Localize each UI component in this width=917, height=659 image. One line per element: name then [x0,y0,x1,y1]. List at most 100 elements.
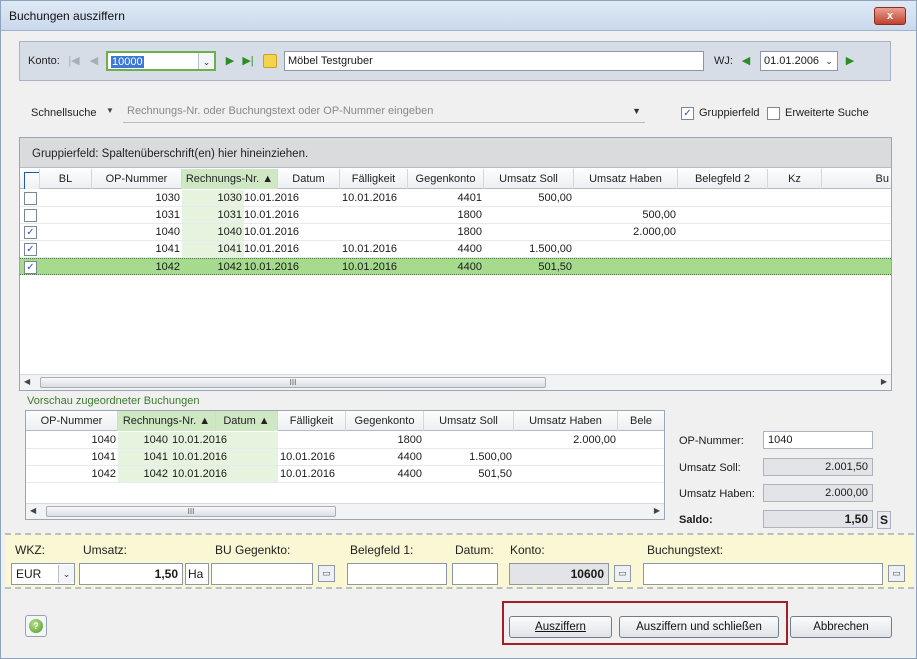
summary-haben-label: Umsatz Haben: [679,488,755,500]
buchungstext-input[interactable] [643,563,883,585]
row-checkbox[interactable]: ✓ [24,226,37,239]
abbrechen-button[interactable]: Abbrechen [790,616,892,638]
belegfeld1-input[interactable] [347,563,447,585]
scroll-thumb[interactable]: III [46,506,336,517]
konto-entry-input[interactable]: 10600 [509,563,609,585]
pcol-umsatz-haben[interactable]: Umsatz Haben [514,411,618,431]
row-checkbox[interactable] [24,192,37,205]
cell-op: 1040 [155,226,180,238]
buchungen-grid: Gruppierfeld: Spaltenüberschrift(en) hie… [19,137,892,391]
gruppierfeld-checkbox[interactable]: ✓ [681,107,694,120]
pcol-op-nummer[interactable]: OP-Nummer [26,411,118,431]
col-datum[interactable]: Datum [278,169,340,189]
prev-year-icon[interactable]: ◀ [738,52,754,70]
scroll-thumb[interactable]: III [40,377,546,388]
col-belegfeld-2[interactable]: Belegfeld 2 [678,169,768,189]
cell-datum: 10.01.2016 [244,209,300,221]
chevron-down-icon[interactable]: ▼ [632,106,641,116]
preview-row[interactable]: 1041 1041 10.01.2016 10.01.2016 4400 1.500,00 [26,449,664,466]
grid-horizontal-scrollbar[interactable]: ◀ III ▶ [20,374,891,390]
search-input[interactable]: Rechnungs-Nr. oder Buchungstext oder OP-… [123,101,645,123]
group-panel[interactable]: Gruppierfeld: Spaltenüberschrift(en) hie… [20,138,891,168]
schnellsuche-label: Schnellsuche [31,107,97,119]
soll-haben-field[interactable]: Ha [185,563,209,585]
table-row[interactable]: 1030 1030 10.01.2016 10.01.2016 4401 500,00 [20,190,891,207]
table-row[interactable]: ✓ 1040 1040 10.01.2016 1800 2.000,00 [20,224,891,241]
scroll-right-icon[interactable]: ▶ [881,377,887,386]
col-gegenkonto[interactable]: Gegenkonto [408,169,484,189]
erweiterte-suche-checkbox[interactable] [767,107,780,120]
pcell-datum: 10.01.2016 [168,432,278,448]
wkz-select[interactable]: EUR ⌄ [11,563,75,585]
pcell-haben: 2.000,00 [573,434,616,446]
cell-rn: 1041 [182,241,244,257]
konto-input[interactable]: 10000 ⌄ [106,51,216,71]
first-record-icon[interactable]: |◀ [66,52,82,70]
col-bu[interactable]: Bu [822,169,891,189]
close-button[interactable]: x [874,7,906,25]
bu-gegenkonto-input[interactable] [211,563,313,585]
wkz-label: WKZ: [15,543,45,557]
pcell-op: 1041 [91,451,116,463]
preview-row[interactable]: 1040 1040 10.01.2016 1800 2.000,00 [26,432,664,449]
scroll-left-icon[interactable]: ◀ [30,506,36,515]
scroll-left-icon[interactable]: ◀ [24,377,30,386]
datum-input[interactable] [452,563,498,585]
cell-bl [40,190,92,206]
dialog-window: Buchungen ausziffern x Konto: |◀ ◀ 10000… [0,0,917,659]
ausziffern-schliessen-button[interactable]: Ausziffern und schließen [619,616,779,638]
col-op-nummer[interactable]: OP-Nummer [92,169,182,189]
folder-icon[interactable] [263,54,277,68]
cell-op: 1042 [155,261,180,273]
gruppierfeld-label: Gruppierfeld [699,107,760,119]
col-rechnungs-nr[interactable]: Rechnungs-Nr. ▲ [182,169,278,189]
scroll-right-icon[interactable]: ▶ [654,506,660,515]
chevron-down-icon[interactable]: ⌄ [198,53,214,69]
next-record-icon[interactable]: ▶ [222,52,238,70]
row-checkbox[interactable]: ✓ [24,243,37,256]
col-bl[interactable]: BL [40,169,92,189]
select-all-checkbox[interactable] [24,172,39,189]
table-row[interactable]: 1031 1031 10.01.2016 1800 500,00 [20,207,891,224]
next-year-icon[interactable]: ▶ [842,52,858,70]
umsatz-input[interactable]: 1,50 [79,563,183,585]
pcol-gegenkonto[interactable]: Gegenkonto [346,411,424,431]
cell-gegenkonto: 4400 [457,243,482,255]
summary-saldo-field: 1,50 [763,510,873,528]
prev-record-icon[interactable]: ◀ [86,52,102,70]
pcol-rechnungs-nr[interactable]: Rechnungs-Nr. ▲ [118,411,216,431]
help-button[interactable]: ? [25,615,47,637]
pcell-datum: 10.01.2016 [168,466,278,482]
cell-faellig [340,224,408,240]
table-row[interactable]: ✓ 1042 1042 10.01.2016 10.01.2016 4400 501,50 [20,258,891,275]
cell-haben [574,259,678,275]
chevron-down-icon[interactable]: ⌄ [821,52,837,70]
row-checkbox[interactable]: ✓ [24,261,37,274]
cell-bl [40,259,92,275]
col-faelligkeit[interactable]: Fälligkeit [340,169,408,189]
pcol-datum[interactable]: Datum ▲ [216,411,278,431]
preview-header: OP-Nummer Rechnungs-Nr. ▲ Datum ▲ Fällig… [26,411,664,431]
wj-select[interactable]: 01.01.2006 ⌄ [760,51,838,71]
pcol-umsatz-soll[interactable]: Umsatz Soll [424,411,514,431]
last-record-icon[interactable]: ▶| [240,52,256,70]
chevron-down-icon[interactable]: ⌄ [58,565,74,583]
col-kz[interactable]: Kz [768,169,822,189]
pcol-belegfeld[interactable]: Bele [618,411,664,431]
pcol-faelligkeit[interactable]: Fälligkeit [278,411,346,431]
col-umsatz-soll[interactable]: Umsatz Soll [484,169,574,189]
row-checkbox[interactable] [24,209,37,222]
table-row[interactable]: ✓ 1041 1041 10.01.2016 10.01.2016 4400 1.500,0… [20,241,891,258]
header-select-all[interactable] [20,169,40,189]
ausziffern-button[interactable]: Ausziffern [509,616,612,638]
saldo-side-badge: S [877,511,891,529]
preview-horizontal-scrollbar[interactable]: ◀ III ▶ [26,503,664,519]
preview-row[interactable]: 1042 1042 10.01.2016 10.01.2016 4400 501,50 [26,466,664,483]
lookup-icon[interactable]: ▭ [614,565,631,582]
cell-op: 1030 [155,192,180,204]
grid-header: BL OP-Nummer Rechnungs-Nr. ▲ Datum Fälli… [20,169,891,189]
lookup-icon[interactable]: ▭ [318,565,335,582]
lookup-icon[interactable]: ▭ [888,565,905,582]
col-umsatz-haben[interactable]: Umsatz Haben [574,169,678,189]
filter-dropdown-icon[interactable]: ▼ [106,106,114,115]
